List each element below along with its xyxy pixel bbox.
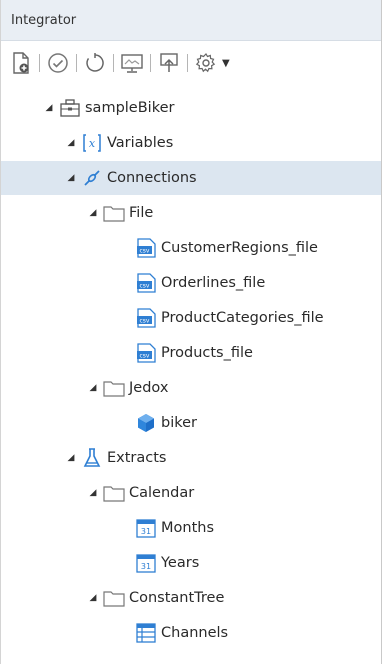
tree-item-variables[interactable]: ◢ x Variables <box>1 126 381 160</box>
csv-file-icon: csv <box>135 237 157 259</box>
tree-item-sampleBiker[interactable]: ◢ sampleBiker <box>1 91 381 125</box>
tree-item-constanttree-folder[interactable]: ◢ ConstantTree <box>1 581 381 615</box>
tree-item-extracts[interactable]: ◢ Extracts <box>1 441 381 475</box>
toolbar-separator <box>113 54 114 72</box>
expand-arrow-icon[interactable]: ◢ <box>65 138 77 148</box>
tree-item-biker[interactable]: biker <box>1 406 381 440</box>
variables-icon: x <box>81 132 103 154</box>
tree-item-label: File <box>129 205 154 221</box>
svg-text:csv: csv <box>140 318 150 325</box>
tree-item-orderlines-file[interactable]: csv Orderlines_file <box>1 266 381 300</box>
tree-item-label: Calendar <box>129 485 195 501</box>
tree-item-label: biker <box>161 415 197 431</box>
tree-item-label: sampleBiker <box>85 100 175 116</box>
toolbar-separator <box>150 54 151 72</box>
svg-text:csv: csv <box>140 353 150 360</box>
tree-item-label: CustomerRegions_file <box>161 240 318 256</box>
svg-text:31: 31 <box>141 562 151 571</box>
toolbar-separator <box>39 54 40 72</box>
csv-file-icon: csv <box>135 272 157 294</box>
csv-file-icon: csv <box>135 342 157 364</box>
expand-arrow-icon[interactable]: ◢ <box>87 383 99 393</box>
svg-text:x: x <box>89 137 96 150</box>
tree-item-label: Channels <box>161 625 229 641</box>
connections-icon <box>81 167 103 189</box>
tree-table-icon <box>135 622 157 644</box>
svg-text:csv: csv <box>140 283 150 290</box>
svg-text:31: 31 <box>141 527 151 536</box>
tree-item-productcategories-file[interactable]: csv ProductCategories_file <box>1 301 381 335</box>
folder-icon <box>103 482 125 504</box>
monitor-icon[interactable] <box>120 50 144 76</box>
tree-item-months[interactable]: 31 Months <box>1 511 381 545</box>
tree-item-jedox-folder[interactable]: ◢ Jedox <box>1 371 381 405</box>
tree-item-label: Variables <box>107 135 174 151</box>
tree-item-products-file[interactable]: csv Products_file <box>1 336 381 370</box>
tree-item-label: Connections <box>107 170 197 186</box>
expand-arrow-icon[interactable]: ◢ <box>65 173 77 183</box>
expand-arrow-icon[interactable]: ◢ <box>87 488 99 498</box>
validate-icon[interactable] <box>46 50 70 76</box>
expand-arrow-icon[interactable]: ◢ <box>43 103 55 113</box>
upload-icon[interactable] <box>157 50 181 76</box>
tree-item-label: Products_file <box>161 345 253 361</box>
new-project-icon[interactable] <box>9 50 33 76</box>
expand-arrow-icon[interactable]: ◢ <box>87 593 99 603</box>
panel-title: Integrator <box>1 0 381 41</box>
extracts-flask-icon <box>81 447 103 469</box>
tree-item-connections[interactable]: ◢ Connections <box>1 161 381 195</box>
expand-arrow-icon[interactable]: ◢ <box>65 453 77 463</box>
tree-item-years[interactable]: 31 Years <box>1 546 381 580</box>
tree-item-label: Years <box>161 555 200 571</box>
tree-item-label: Extracts <box>107 450 167 466</box>
calendar-icon: 31 <box>135 517 157 539</box>
toolbar-separator <box>187 54 188 72</box>
tree-item-file-folder[interactable]: ◢ File <box>1 196 381 230</box>
tree-item-label: Jedox <box>129 380 169 396</box>
integrator-panel: Integrator ▼ ◢ sampleBiker ◢ x Variables… <box>0 0 382 664</box>
tree-item-label: Orderlines_file <box>161 275 266 291</box>
csv-file-icon: csv <box>135 307 157 329</box>
toolbar: ▼ <box>1 41 381 85</box>
tree-item-channels[interactable]: Channels <box>1 616 381 650</box>
tree-item-label: ConstantTree <box>129 590 225 606</box>
calendar-icon: 31 <box>135 552 157 574</box>
settings-dropdown-caret-icon[interactable]: ▼ <box>222 58 230 69</box>
panel-title-text: Integrator <box>11 12 77 28</box>
expand-arrow-icon[interactable]: ◢ <box>87 208 99 218</box>
settings-icon[interactable] <box>194 50 218 76</box>
folder-icon <box>103 202 125 224</box>
tree-item-customerregions-file[interactable]: csv CustomerRegions_file <box>1 231 381 265</box>
tree-item-calendar-folder[interactable]: ◢ Calendar <box>1 476 381 510</box>
folder-icon <box>103 587 125 609</box>
tree-item-label: Months <box>161 520 215 536</box>
folder-icon <box>103 377 125 399</box>
tree-item-label: ProductCategories_file <box>161 310 324 326</box>
refresh-icon[interactable] <box>83 50 107 76</box>
jedox-cube-icon <box>135 412 157 434</box>
svg-text:csv: csv <box>140 248 150 255</box>
project-icon <box>59 97 81 119</box>
toolbar-separator <box>76 54 77 72</box>
